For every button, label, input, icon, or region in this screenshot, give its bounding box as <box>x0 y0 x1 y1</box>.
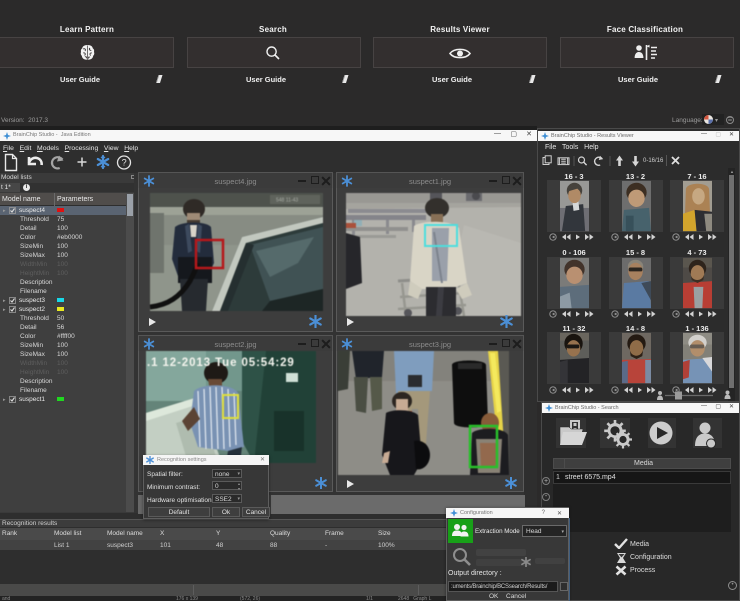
svg-text:.1 12-2013 Tue 05:54:29: .1 12-2013 Tue 05:54:29 <box>147 357 295 369</box>
svg-text:?: ? <box>122 158 127 168</box>
svg-text:548 11-43: 548 11-43 <box>276 198 298 204</box>
